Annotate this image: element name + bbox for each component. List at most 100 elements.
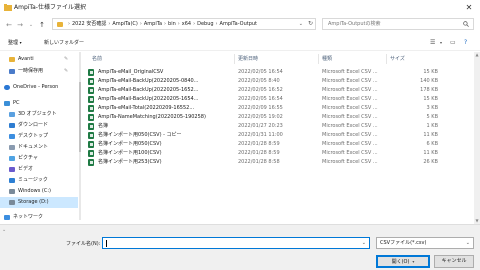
file-type: Microsoft Excel CSV ... xyxy=(322,159,378,165)
sidebar-item-pc[interactable]: PC xyxy=(0,98,78,109)
sidebar-item-desktop[interactable]: デスクトップ xyxy=(0,131,78,142)
help-icon[interactable]: ? xyxy=(464,39,467,47)
address-dropdown-icon[interactable]: ⌄ xyxy=(299,19,303,29)
sidebar-item-label: ドキュメント xyxy=(18,144,49,150)
sidebar-item-label: 一時保存用 xyxy=(18,68,44,74)
breadcrumb-item[interactable]: AmpiTa(C) xyxy=(112,21,138,27)
filetype-select[interactable]: CSVファイル(*.csv) ⌄ xyxy=(376,237,474,249)
cancel-button[interactable]: キャンセル xyxy=(434,255,474,268)
filename-dropdown-icon[interactable]: ⌄ xyxy=(362,238,366,248)
column-header-size[interactable]: サイズ xyxy=(390,54,405,64)
column-header-date[interactable]: 更新日時 xyxy=(238,54,258,64)
chevron-down-icon[interactable]: ▾ xyxy=(409,259,414,264)
sidebar-item-windows-c[interactable]: Windows (C:) xyxy=(0,186,78,197)
file-type: Microsoft Excel CSV ... xyxy=(322,141,378,147)
scroll-up-icon[interactable]: ▲ xyxy=(474,52,480,58)
column-divider[interactable] xyxy=(318,54,319,64)
breadcrumb-item[interactable]: 2022 安否確認 xyxy=(72,21,106,27)
file-row[interactable]: AmpiTa-NameMatching(20220205-190258) 202… xyxy=(84,113,474,122)
chevron-down-icon[interactable]: ⌄ xyxy=(2,227,6,233)
breadcrumb-item[interactable]: Debug xyxy=(197,21,213,27)
sidebar-item-label: 3D オブジェクト xyxy=(18,111,57,117)
file-row[interactable]: 名簿 2022/01/27 20:23 Microsoft Excel CSV … xyxy=(84,122,474,131)
pictures-icon xyxy=(9,156,15,161)
file-list: 名前 更新日時 種類 サイズ AmpiTa-eMail_OriginalCSV … xyxy=(84,52,474,224)
drive-icon xyxy=(9,189,15,194)
open-button[interactable]: 開く(O) ▾ xyxy=(376,255,430,268)
sidebar-item-music[interactable]: ミュージック xyxy=(0,175,78,186)
sidebar-scrollbar-thumb[interactable] xyxy=(79,82,81,152)
sidebar-item-label: Windows (C:) xyxy=(18,188,51,194)
file-name: 名簿インポート用050(CSV) - コピー xyxy=(98,132,182,138)
file-row[interactable]: AmpiTa-eMail_OriginalCSV 2022/02/05 16:5… xyxy=(84,68,474,77)
up-arrow-icon[interactable]: ↑ xyxy=(37,20,47,30)
breadcrumb-item[interactable]: x64 xyxy=(182,21,191,27)
sidebar-item-downloads[interactable]: ダウンロード xyxy=(0,120,78,131)
file-type: Microsoft Excel CSV ... xyxy=(322,105,378,111)
sidebar-item-3d-objects[interactable]: 3D オブジェクト xyxy=(0,109,78,120)
file-row[interactable]: AmpiTa-eMail-BackUp(20220205-1654... 202… xyxy=(84,95,474,104)
forward-arrow-icon[interactable]: → xyxy=(15,20,25,30)
search-input[interactable]: AmpiTa-Outputの検索 xyxy=(322,18,474,30)
column-header-type[interactable]: 種類 xyxy=(322,54,332,64)
refresh-icon[interactable]: ↻ xyxy=(308,19,313,29)
history-chevron-icon[interactable]: ⌄ xyxy=(26,20,36,30)
file-name: AmpiTa-eMail-BackUp(20220205-0840... xyxy=(98,78,199,84)
desktop-icon xyxy=(9,134,15,139)
breadcrumb-item[interactable]: bin xyxy=(168,21,176,27)
drive-icon xyxy=(9,200,15,205)
filetype-value: CSVファイル(*.csv) xyxy=(380,240,427,246)
address-bar[interactable]: › 2022 安否確認 › AmpiTa(C) › AmpiTa › bin › x64 › Debu… xyxy=(52,18,316,30)
file-size: 11 KB xyxy=(423,132,438,138)
sidebar-item-onedrive[interactable]: OneDrive - Person xyxy=(0,82,78,93)
sidebar-item-temp[interactable]: 一時保存用 ✎ xyxy=(0,66,78,77)
view-chevron-icon[interactable]: ▾ xyxy=(440,39,442,47)
file-row[interactable]: AmpiTa-eMail-BackUp(20220205-1652... 202… xyxy=(84,86,474,95)
column-header-name[interactable]: 名前 xyxy=(92,54,102,64)
sidebar-scrollbar[interactable] xyxy=(79,52,81,220)
file-size: 6 KB xyxy=(426,141,438,147)
file-date: 2022/02/09 16:55 xyxy=(238,105,283,111)
sidebar-item-pictures[interactable]: ピクチャ xyxy=(0,153,78,164)
sidebar-item-label: Avanti xyxy=(18,56,34,62)
cloud-icon xyxy=(4,85,10,90)
column-divider[interactable] xyxy=(234,54,235,64)
sidebar-item-label: ダウンロード xyxy=(18,122,49,128)
sidebar-item-videos[interactable]: ビデオ xyxy=(0,164,78,175)
file-size: 1 KB xyxy=(426,123,438,129)
view-options-icon[interactable]: ☰ xyxy=(430,39,435,47)
excel-csv-icon xyxy=(88,114,94,121)
sidebar-item-label: ネットワーク xyxy=(13,214,44,220)
new-folder-button[interactable]: 新しいフォルダー xyxy=(44,39,84,47)
filename-input[interactable]: ⌄ xyxy=(102,237,370,249)
sidebar-item-label: OneDrive - Person xyxy=(13,84,59,90)
sidebar-item-documents[interactable]: ドキュメント xyxy=(0,142,78,153)
back-arrow-icon[interactable]: ← xyxy=(4,20,14,30)
sidebar-item-network[interactable]: ネットワーク xyxy=(0,212,78,223)
breadcrumb-item[interactable]: AmpiTa xyxy=(144,21,162,27)
folder-icon xyxy=(9,57,15,62)
organize-menu-button[interactable]: 整理 ▾ xyxy=(8,39,22,47)
sidebar-item-avanti[interactable]: Avanti ✎ xyxy=(0,54,78,65)
file-date: 2022/01/28 8:58 xyxy=(238,159,280,165)
file-name: 名簿 xyxy=(98,123,109,129)
file-date: 2022/01/28 8:59 xyxy=(238,141,280,147)
sidebar-item-storage-d[interactable]: Storage (D:) xyxy=(0,197,78,208)
preview-pane-icon[interactable]: ▭ xyxy=(450,39,456,47)
file-row[interactable]: 名簿インポート用100(CSV) 2022/01/28 8:59 Microso… xyxy=(84,149,474,158)
close-icon[interactable]: ✕ xyxy=(464,3,474,13)
folder-icon xyxy=(57,22,63,27)
file-row[interactable]: 名簿インポート用050(CSV) - コピー 2022/01/31 11:00 … xyxy=(84,131,474,140)
file-row[interactable]: 名簿インポート用253(CSV) 2022/01/28 8:58 Microso… xyxy=(84,158,474,167)
search-placeholder: AmpiTa-Outputの検索 xyxy=(328,21,381,27)
file-row[interactable]: AmpiTa-eMail-BackUp(20220205-0840... 202… xyxy=(84,77,474,86)
file-row[interactable]: 名簿インポート用050(CSV) 2022/01/28 8:59 Microso… xyxy=(84,140,474,149)
column-divider[interactable] xyxy=(386,54,387,64)
file-size: 11 KB xyxy=(423,150,438,156)
documents-icon xyxy=(9,145,15,150)
file-list-scrollbar[interactable]: ▲ ▼ xyxy=(474,52,480,224)
excel-csv-icon xyxy=(88,105,94,112)
breadcrumb-item[interactable]: AmpiTa-Output xyxy=(220,21,257,27)
file-row[interactable]: AmpiTa-eMail-Total(20220209-16552... 202… xyxy=(84,104,474,113)
title-bar: AmpiTa-仕様ファイル選択 ✕ xyxy=(0,0,480,16)
